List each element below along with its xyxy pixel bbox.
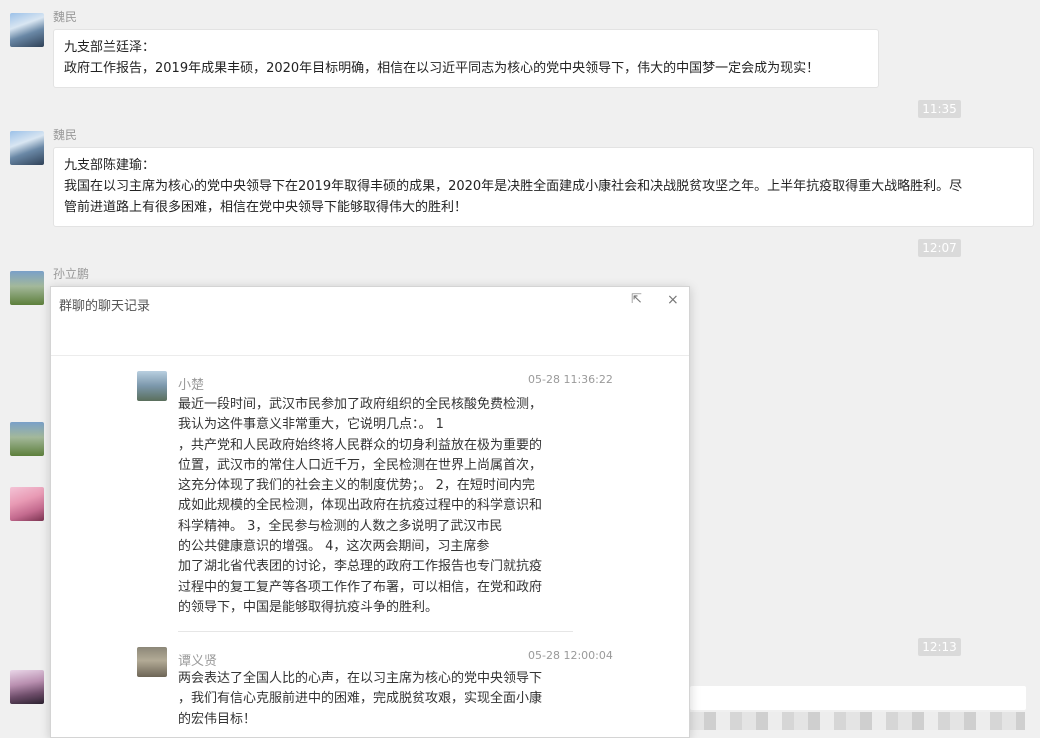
message-bubble[interactable] [690,686,1026,710]
popout-icon[interactable]: ⇱ [631,292,642,308]
record-line: 我认为这件事意义非常重大，它说明几点：。 1 [178,417,444,433]
record-line: 的宏伟目标！ [178,711,257,727]
avatar[interactable] [137,647,167,677]
avatar[interactable] [10,131,44,165]
avatar[interactable] [10,271,44,305]
record-line: ，共产党和人民政府始终将人民群众的切身利益放在极为重要的 [178,437,543,453]
record-line: 的公共健康意识的增强。 4，这次两会期间，习主席参 [178,539,490,555]
message-bubble[interactable]: 九支部陈建瑜： 我国在以习主席为核心的党中央领导下在2019年取得丰硕的成果，2… [53,147,1034,227]
timestamp: 12:07 [918,239,961,257]
record-line: ，我们有信心克服前进中的困难，完成脱贫攻艰，实现全面小康 [178,691,543,707]
record-line: 这充分体现了我们的社会主义的制度优势；。 2，在短时间内完 [178,478,535,494]
message-line: 九支部陈建瑜： [64,158,156,173]
record-sender-name: 谭义贤 [178,654,218,669]
message-line: 九支部兰廷泽： [64,40,156,55]
record-line: 过程中的复工复产等各项工作作了布署，可以相信，在党和政府 [178,579,543,595]
sender-name: 魏民 [53,128,78,142]
divider [51,355,689,356]
record-line: 加了湖北省代表团的讨论，李总理的政府工作报告也专门就抗疫 [178,559,543,575]
chat-record-popup: 群聊的聊天记录 ⇱ × 小楚 05-28 11:36:22 最近一段时间，武汉市… [50,286,690,738]
avatar[interactable] [10,670,44,704]
record-line: 成如此规模的全民检测，体现出政府在抗疫过程中的科学意识和 [178,498,543,514]
message-line: 我国在以习主席为核心的党中央领导下在2019年取得丰硕的成果，2020年是决胜全… [64,179,963,194]
message-bubble[interactable]: 九支部兰廷泽： 政府工作报告，2019年成果丰硕，2020年目标明确，相信在以习… [53,29,879,88]
record-line: 位置，武汉市的常住人口近千万，全民检测在世界上尚属首次， [178,457,543,473]
record-sender-name: 小楚 [178,378,205,393]
record-time: 05-28 12:00:04 [528,649,613,662]
avatar[interactable] [137,371,167,401]
divider [178,631,573,632]
record-line: 两会表达了全国人比的心声，在以习主席为核心的党中央领导下 [178,671,543,686]
close-icon[interactable]: × [667,292,679,308]
message-line: 政府工作报告，2019年成果丰硕，2020年目标明确，相信在以习近平同志为核心的… [64,61,820,76]
avatar[interactable] [10,422,44,456]
record-line: 科学精神。 3，全民参与检测的人数之多说明了武汉市民 [178,518,503,534]
sender-name: 孙立鹏 [53,267,90,281]
record-line: 的领导下，中国是能够取得抗疫斗争的胜利。 [178,599,439,615]
record-message: 两会表达了全国人比的心声，在以习主席为核心的党中央领导下 ，我们有信心克服前进中… [178,669,583,730]
record-time: 05-28 11:36:22 [528,373,613,386]
avatar[interactable] [10,13,44,47]
timestamp: 11:35 [918,100,961,118]
blurred-content [690,712,1025,730]
popup-title: 群聊的聊天记录 [59,299,151,314]
message-line: 管前进道路上有很多困难，相信在党中央领导下能够取得伟大的胜利！ [64,200,468,215]
sender-name: 魏民 [53,10,78,24]
avatar[interactable] [10,487,44,521]
record-line: 最近一段时间，武汉市民参加了政府组织的全民核酸免费检测， [178,397,543,412]
record-message: 最近一段时间，武汉市民参加了政府组织的全民核酸免费检测， 我认为这件事意义非常重… [178,395,583,618]
timestamp: 12:13 [918,638,961,656]
